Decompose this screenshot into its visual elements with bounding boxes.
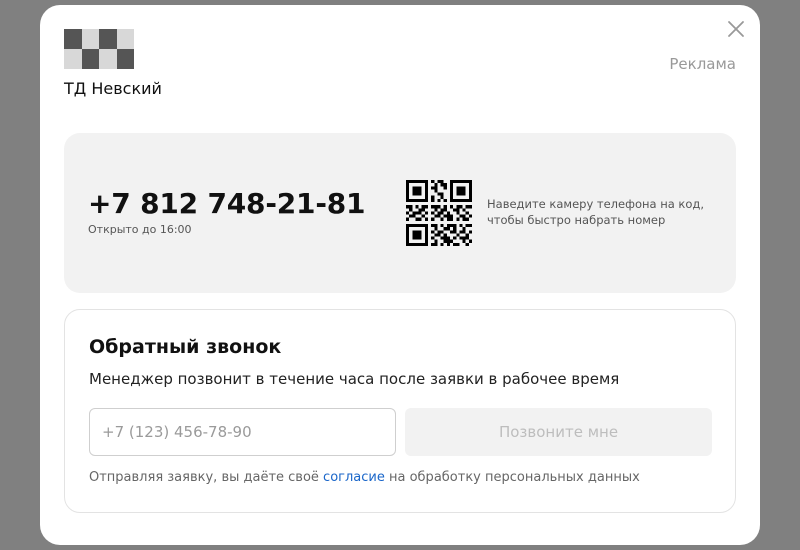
- phone-card: +7 812 748-21-81 Открыто до 16:00 Наведи…: [64, 133, 736, 293]
- consent-text: Отправляя заявку, вы даёте своё согласие…: [89, 470, 640, 485]
- qr-hint: Наведите камеру телефона на код, чтобы б…: [487, 197, 705, 227]
- phone-number[interactable]: +7 812 748-21-81: [88, 187, 366, 220]
- phone-input[interactable]: [89, 408, 396, 456]
- close-button[interactable]: [726, 19, 746, 39]
- ad-label: Реклама: [669, 55, 736, 73]
- brand-logo: [64, 29, 134, 69]
- qr-code-icon: [406, 180, 472, 246]
- close-icon: [728, 21, 744, 37]
- callback-form: Обратный звонок Менеджер позвонит в тече…: [64, 309, 736, 513]
- consent-prefix: Отправляя заявку, вы даёте своё: [89, 470, 324, 485]
- qr-code: [406, 180, 472, 246]
- brand-name: ТД Невский: [64, 79, 162, 98]
- callback-title: Обратный звонок: [89, 336, 282, 358]
- callback-subtitle: Менеджер позвонит в течение часа после з…: [89, 370, 620, 388]
- consent-link[interactable]: согласие: [323, 470, 385, 485]
- call-me-button[interactable]: Позвоните мне: [405, 408, 712, 456]
- open-hours: Открыто до 16:00: [88, 223, 192, 236]
- callback-modal: ТД Невский Реклама +7 812 748-21-81 Откр…: [40, 5, 760, 545]
- consent-suffix: на обработку персональных данных: [384, 470, 640, 485]
